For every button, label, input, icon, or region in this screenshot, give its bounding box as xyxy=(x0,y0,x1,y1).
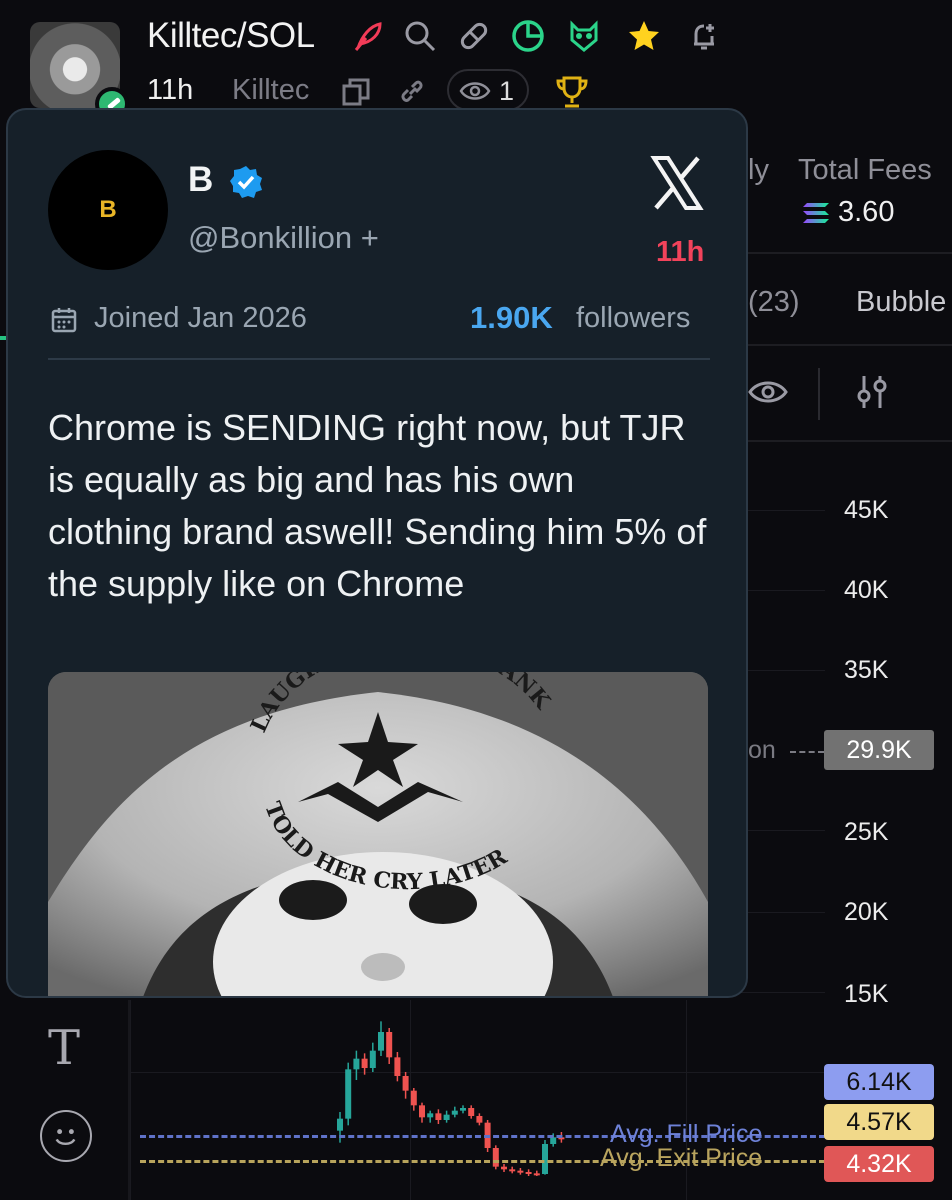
candle-body xyxy=(419,1105,425,1118)
token-name: Killtec/SOL xyxy=(147,16,315,55)
candle-body xyxy=(427,1113,434,1118)
candle-body xyxy=(410,1090,417,1106)
current-price-badge: 29.9K xyxy=(824,730,934,770)
trophy-icon[interactable] xyxy=(552,72,592,112)
x-logo-icon[interactable] xyxy=(648,154,706,212)
exit-price-badge: 4.57K xyxy=(824,1104,934,1140)
copy-icon[interactable] xyxy=(340,76,372,108)
tweet-author-name[interactable]: B xyxy=(188,160,213,200)
avg-exit-price-label: Avg. Exit Price xyxy=(600,1144,763,1172)
calendar-icon xyxy=(51,308,77,333)
candle-body xyxy=(550,1137,557,1144)
verified-badge-icon xyxy=(230,166,262,198)
cat-hoodie-image: LAUGHING TO THE BANK TOLD HER CRY LATER xyxy=(48,672,708,996)
dev-name[interactable]: Killtec xyxy=(232,74,309,107)
candle-body xyxy=(402,1076,409,1091)
emoji-tool-icon[interactable] xyxy=(40,1110,92,1162)
eye-icon xyxy=(459,82,491,100)
candle-body xyxy=(337,1118,343,1131)
fill-price-badge: 6.14K xyxy=(824,1064,934,1100)
star-icon[interactable] xyxy=(626,18,662,54)
tab-holders-count[interactable]: (23) xyxy=(748,286,800,319)
pill-icon[interactable] xyxy=(456,18,492,54)
solana-icon xyxy=(803,203,829,223)
tweet-joined-date: Joined Jan 2026 xyxy=(94,302,307,334)
candle-body xyxy=(443,1114,450,1120)
token-header: Killtec/SOL 11h Killtec 1 xyxy=(0,0,952,121)
tweet-followers-label: followers xyxy=(576,302,691,334)
tweet-avatar[interactable]: B xyxy=(48,150,168,270)
sell-price-badge: 4.32K xyxy=(824,1146,934,1182)
tweet-media-image[interactable]: LAUGHING TO THE BANK TOLD HER CRY LATER xyxy=(48,672,708,996)
link-icon[interactable] xyxy=(396,76,428,108)
pie-chart-icon[interactable] xyxy=(510,18,546,54)
tab-bubble[interactable]: Bubble xyxy=(856,286,946,319)
candle-body xyxy=(361,1058,368,1068)
tweet-text: Chrome is SENDING right now, but TJR is … xyxy=(48,407,707,604)
toolbar-separator xyxy=(818,368,820,420)
text-tool-icon[interactable]: T xyxy=(48,1020,80,1076)
y-tick-label: 35K xyxy=(844,656,889,684)
candle-body xyxy=(353,1058,360,1070)
y-tick-label: 45K xyxy=(844,496,889,524)
candle-body xyxy=(476,1116,483,1123)
current-price-line xyxy=(790,751,824,753)
candle-body xyxy=(468,1108,475,1116)
viewers-count: 1 xyxy=(499,76,515,106)
tweet-author-handle[interactable]: @Bonkillion + xyxy=(188,220,379,256)
viewers-pill[interactable]: 1 xyxy=(447,69,529,111)
divider xyxy=(748,344,952,346)
y-tick-label: 25K xyxy=(844,818,889,846)
candle-body xyxy=(509,1169,516,1172)
eye-icon[interactable] xyxy=(748,372,788,412)
candle-body xyxy=(345,1069,352,1119)
candle-body xyxy=(492,1148,499,1167)
current-price-line-label: on xyxy=(748,736,776,764)
y-tick-label: 20K xyxy=(844,898,889,926)
divider xyxy=(748,252,952,254)
token-age: 11h xyxy=(147,74,194,106)
candle-body xyxy=(542,1144,548,1174)
candle-body xyxy=(394,1057,401,1076)
owl-icon[interactable] xyxy=(566,18,602,54)
tweet-followers-count: 1.90K xyxy=(470,300,553,335)
sliders-icon[interactable] xyxy=(852,372,892,412)
bell-plus-icon[interactable] xyxy=(686,18,722,54)
total-fees-value: 3.60 xyxy=(838,196,895,228)
divider xyxy=(48,358,710,360)
tweet-popup[interactable]: B B @Bonkillion + 11h Joined Jan 2026 1.… xyxy=(6,108,748,998)
total-fees-label: Total Fees xyxy=(798,154,932,186)
stat-label-fragment: ly xyxy=(748,154,769,186)
candle-body xyxy=(451,1110,458,1115)
tweet-time: 11h xyxy=(656,236,705,268)
candle-body xyxy=(435,1113,442,1120)
candle-body xyxy=(386,1032,393,1058)
candle-body xyxy=(501,1166,507,1170)
candle-body xyxy=(517,1170,524,1173)
search-icon[interactable] xyxy=(402,18,438,54)
candle-body xyxy=(460,1108,466,1111)
feather-icon[interactable] xyxy=(350,18,386,54)
candle-body xyxy=(378,1032,384,1051)
candle-body xyxy=(533,1173,540,1176)
y-tick-label: 40K xyxy=(844,576,889,604)
candle-body xyxy=(525,1172,532,1174)
candle-body xyxy=(369,1050,376,1068)
y-tick-label: 15K xyxy=(844,980,889,1008)
